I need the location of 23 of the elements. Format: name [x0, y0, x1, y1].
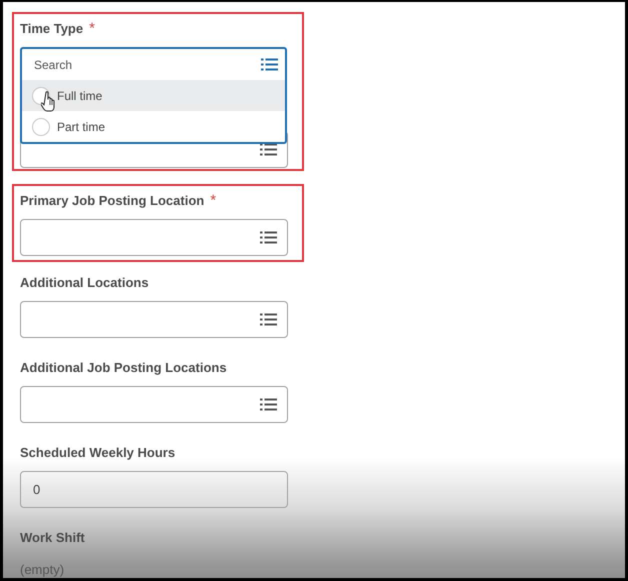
search-field[interactable]: Search	[22, 49, 285, 80]
field-label: Scheduled Weekly Hours	[20, 444, 176, 462]
list-icon[interactable]	[260, 398, 277, 411]
list-icon[interactable]	[261, 58, 278, 71]
select-field[interactable]	[20, 219, 288, 256]
field-label: Time Type	[20, 20, 84, 38]
dropdown-option[interactable]: Part time	[22, 111, 285, 142]
select-field[interactable]	[20, 386, 288, 423]
radio-button[interactable]	[32, 118, 50, 136]
field-label: Additional Locations	[20, 274, 149, 292]
required-asterisk: *	[210, 192, 216, 209]
list-icon[interactable]	[260, 231, 277, 244]
dropdown-option[interactable]: Full time	[22, 80, 285, 111]
list-icon[interactable]	[260, 143, 277, 156]
field-value: (empty)	[20, 561, 64, 578]
select-field[interactable]	[20, 301, 288, 338]
field-label: Work Shift	[20, 529, 85, 547]
number-field[interactable]: 0	[20, 471, 288, 508]
hand-cursor-icon	[41, 91, 57, 112]
required-asterisk: *	[89, 20, 95, 37]
field-label: Primary Job Posting Location	[20, 192, 204, 210]
field-label: Additional Job Posting Locations	[20, 359, 227, 377]
list-icon[interactable]	[260, 313, 277, 326]
